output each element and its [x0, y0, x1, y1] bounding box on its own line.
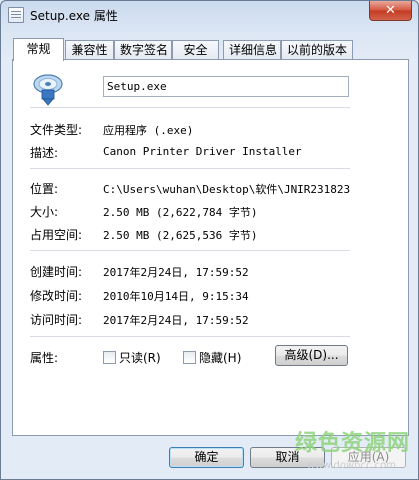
size-value: 2.50 MB (2,622,784 字节)	[103, 206, 258, 219]
file-icon	[8, 7, 24, 23]
tab-general[interactable]: 常规	[13, 38, 64, 61]
location-label: 位置:	[30, 182, 59, 196]
watermark-text: 绿色资源网	[294, 431, 410, 456]
created-value: 2017年2月24日, 17:59:52	[103, 266, 249, 279]
file-name-input[interactable]: Setup.exe	[103, 76, 349, 97]
hidden-checkbox[interactable]: 隐藏(H)	[183, 349, 241, 366]
accessed-value: 2017年2月24日, 17:59:52	[103, 314, 249, 327]
modified-label: 修改时间:	[30, 289, 83, 303]
watermark-url: www.downcc.com	[306, 460, 396, 471]
tab-security[interactable]: 安全	[172, 40, 219, 60]
location-value: C:\Users\wuhan\Desktop\软件\JNIR23182320\	[103, 183, 350, 196]
general-tab-panel: Setup.exe 文件类型: 应用程序 (.exe) 描述: Canon Pr…	[12, 59, 409, 436]
close-button[interactable]: ✕	[369, 1, 412, 21]
file-type-value: 应用程序 (.exe)	[103, 124, 194, 137]
setup-disc-icon	[33, 74, 63, 106]
size-on-disk-label: 占用空间:	[30, 228, 83, 242]
tab-compatibility[interactable]: 兼容性	[65, 40, 114, 60]
tab-details[interactable]: 详细信息	[223, 40, 281, 60]
window-title: Setup.exe 属性	[30, 9, 118, 23]
description-label: 描述:	[30, 146, 59, 160]
modified-value: 2010年10月14日, 9:15:34	[103, 290, 249, 303]
tab-digital-signatures[interactable]: 数字签名	[114, 40, 172, 60]
size-label: 大小:	[30, 205, 59, 219]
checkbox-box[interactable]	[103, 351, 116, 364]
advanced-button[interactable]: 高级(D)...	[275, 345, 348, 366]
divider	[30, 250, 350, 251]
checkbox-box[interactable]	[183, 351, 196, 364]
tab-previous-versions[interactable]: 以前的版本	[281, 40, 353, 60]
divider	[30, 336, 350, 337]
readonly-checkbox[interactable]: 只读(R)	[103, 349, 161, 366]
created-label: 创建时间:	[30, 265, 83, 279]
divider	[30, 168, 350, 169]
readonly-label: 只读(R)	[119, 351, 161, 365]
size-on-disk-value: 2.50 MB (2,625,536 字节)	[103, 229, 258, 242]
divider	[30, 107, 350, 108]
close-icon: ✕	[385, 3, 396, 18]
attributes-label: 属性:	[30, 351, 59, 365]
properties-window: Setup.exe 属性 ✕ 常规 兼容性 数字签名 安全 详细信息 以前的版本…	[0, 0, 419, 480]
ok-button[interactable]: 确定	[169, 447, 244, 468]
file-type-label: 文件类型:	[30, 123, 83, 137]
accessed-label: 访问时间:	[30, 313, 83, 327]
title-bar[interactable]: Setup.exe 属性 ✕	[1, 1, 418, 29]
description-value: Canon Printer Driver Installer	[103, 145, 302, 158]
hidden-label: 隐藏(H)	[199, 351, 242, 365]
